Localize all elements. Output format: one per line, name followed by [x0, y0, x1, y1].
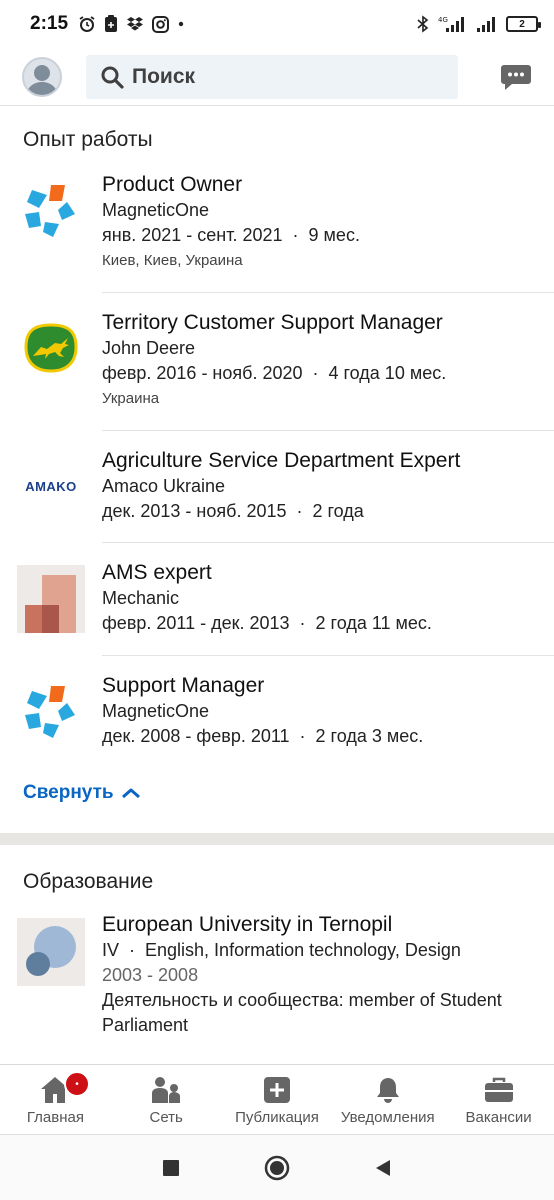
- experience-item[interactable]: AMS expert Mechanic февр. 2011 - дек. 20…: [0, 560, 554, 644]
- job-duration: 2 года 3 мес.: [315, 726, 424, 746]
- recent-apps-icon[interactable]: [162, 1159, 180, 1177]
- company-name: Mechanic: [102, 588, 180, 608]
- school-name: European University in Ternopil: [102, 913, 393, 936]
- education-activities: Деятельность и сообщества: member of Stu…: [102, 990, 502, 1035]
- nav-label: Вакансии: [465, 1109, 532, 1126]
- nav-post[interactable]: Публикация: [222, 1065, 333, 1134]
- company-placeholder-logo: [17, 565, 85, 633]
- section-separator: [0, 833, 554, 845]
- collapse-label: Свернуть: [23, 782, 114, 803]
- dot-icon: [178, 21, 184, 27]
- signal-icon: [477, 17, 495, 32]
- home-button-icon[interactable]: [264, 1155, 290, 1181]
- job-title: Agriculture Service Department Expert: [102, 449, 461, 472]
- system-nav: [0, 1134, 554, 1200]
- nav-jobs[interactable]: Вакансии: [443, 1065, 554, 1134]
- nav-notifications[interactable]: Уведомления: [332, 1065, 443, 1134]
- nav-label: Сеть: [149, 1109, 183, 1126]
- search-input[interactable]: Поиск: [86, 54, 458, 99]
- job-duration: 2 года 11 мес.: [315, 613, 432, 633]
- top-bar: Поиск: [0, 48, 554, 106]
- briefcase-icon: [484, 1077, 513, 1102]
- job-dates: февр. 2011 - дек. 2013: [102, 613, 290, 633]
- collapse-button[interactable]: Свернуть: [23, 782, 142, 804]
- education-item[interactable]: European University in Ternopil IV · Eng…: [0, 912, 554, 1042]
- education-title: Образование: [23, 870, 154, 893]
- divider: [102, 430, 554, 431]
- company-name: Amaco Ukraine: [102, 476, 226, 496]
- post-icon: [263, 1077, 290, 1103]
- search-placeholder: Поиск: [132, 64, 196, 88]
- job-location: Киев, Киев, Украина: [102, 252, 243, 269]
- svg-text:4G: 4G: [438, 16, 448, 24]
- job-duration: 4 года 10 мес.: [328, 363, 447, 383]
- clipboard-icon: [105, 15, 118, 32]
- divider: [102, 655, 554, 656]
- nav-label: Публикация: [235, 1109, 319, 1126]
- messaging-icon[interactable]: [500, 63, 532, 91]
- instagram-icon: [152, 15, 170, 33]
- back-icon[interactable]: [374, 1158, 392, 1178]
- bell-icon: [376, 1078, 399, 1103]
- degree: IV: [102, 940, 120, 960]
- job-duration: 9 мес.: [308, 225, 360, 245]
- divider: [102, 542, 554, 543]
- company-name: John Deere: [102, 338, 196, 358]
- bluetooth-icon: [417, 15, 429, 33]
- job-title: Territory Customer Support Manager: [102, 311, 443, 334]
- alarm-icon: [79, 16, 95, 32]
- avatar-icon: [26, 64, 58, 95]
- job-dates: дек. 2013 - нояб. 2015: [102, 501, 287, 521]
- nav-home[interactable]: • Главная: [0, 1065, 111, 1134]
- battery-indicator: 2: [506, 16, 541, 32]
- experience-item[interactable]: Territory Customer Support Manager John …: [0, 310, 554, 420]
- status-time: 2:15: [30, 13, 69, 34]
- search-icon: [101, 66, 124, 89]
- avatar[interactable]: [22, 56, 62, 97]
- signal-4g-icon: 4G: [438, 16, 464, 32]
- notification-badge: •: [64, 1071, 90, 1097]
- job-title: AMS expert: [102, 561, 212, 584]
- job-duration: 2 года: [312, 501, 364, 521]
- nav-network[interactable]: Сеть: [111, 1065, 222, 1134]
- job-title: Support Manager: [102, 674, 265, 697]
- job-title: Product Owner: [102, 173, 243, 196]
- company-name: MagneticOne: [102, 701, 210, 721]
- school-logo: [17, 918, 85, 986]
- bottom-nav: • Главная Сеть Публикация Уведомления Ва…: [0, 1064, 554, 1134]
- experience-title: Опыт работы: [23, 128, 153, 151]
- job-location: Украина: [102, 390, 160, 407]
- experience-item[interactable]: AMAKO Agriculture Service Department Exp…: [0, 448, 554, 532]
- experience-item[interactable]: Product Owner MagneticOne янв. 2021 - се…: [0, 172, 554, 282]
- status-bar: 2:15 4G 2: [0, 0, 554, 48]
- magneticone-logo: [17, 677, 85, 745]
- job-dates: февр. 2016 - нояб. 2020: [102, 363, 303, 383]
- experience-item[interactable]: Support Manager MagneticOne дек. 2008 - …: [0, 673, 554, 757]
- magneticone-logo: [17, 176, 85, 244]
- education-years: 2003 - 2008: [102, 965, 199, 985]
- divider: [102, 292, 554, 293]
- company-name: MagneticOne: [102, 200, 210, 220]
- john-deere-logo: [17, 314, 85, 382]
- dropbox-icon: [127, 17, 144, 31]
- nav-label: Уведомления: [340, 1109, 435, 1126]
- job-dates: янв. 2021 - сент. 2021: [102, 225, 283, 245]
- chevron-up-icon: [121, 788, 140, 799]
- network-icon: [152, 1077, 181, 1103]
- field-of-study: English, Information technology, Design: [145, 940, 461, 960]
- nav-label: Главная: [26, 1109, 84, 1126]
- amako-logo: AMAKO: [25, 478, 77, 494]
- job-dates: дек. 2008 - февр. 2011: [102, 726, 290, 746]
